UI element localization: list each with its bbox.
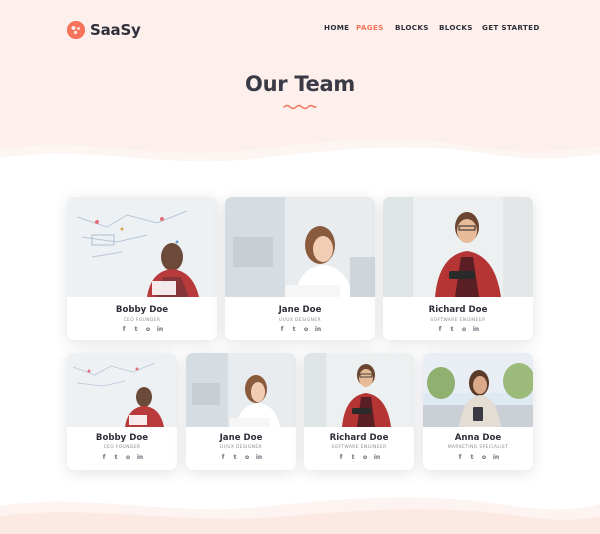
social-links: f t o in (304, 454, 414, 461)
team-member-name: Jane Doe (219, 433, 263, 443)
team-card[interactable]: Anna Doe MARKETING SPECIALIST f t o in (423, 353, 533, 470)
team-member-role: SOFTWARE ENGINEER (331, 445, 387, 450)
team-card[interactable]: Jane Doe UI/UX DESIGNER f t o in (186, 353, 296, 470)
instagram-icon[interactable]: o (362, 454, 369, 461)
twitter-icon[interactable]: t (113, 454, 120, 461)
twitter-icon[interactable]: t (350, 454, 357, 461)
team-photo (423, 353, 533, 427)
facebook-icon[interactable]: f (101, 454, 108, 461)
team-photo (304, 353, 414, 427)
team-member-name: Bobby Doe (95, 433, 149, 443)
nav-blocks[interactable]: BLOCKS (395, 23, 429, 32)
linkedin-icon[interactable]: in (157, 326, 164, 333)
instagram-icon[interactable]: o (244, 454, 251, 461)
nav-get-started[interactable]: GET STARTED (482, 23, 540, 32)
team-photo (186, 353, 296, 427)
team-card[interactable]: Jane Doe UI/UX DESIGNER f t o in (225, 197, 375, 340)
twitter-icon[interactable]: t (232, 454, 239, 461)
social-links: f t o in (67, 454, 177, 461)
facebook-icon[interactable]: f (338, 454, 345, 461)
linkedin-icon[interactable]: in (137, 454, 144, 461)
linkedin-icon[interactable]: in (473, 326, 480, 333)
instagram-icon[interactable]: o (461, 326, 468, 333)
linkedin-icon[interactable]: in (256, 454, 263, 461)
linkedin-icon[interactable]: in (493, 454, 500, 461)
team-member-name: Richard Doe (329, 433, 389, 443)
team-member-role: UI/UX DESIGNER (220, 445, 262, 450)
title-squiggle (283, 104, 317, 110)
team-card[interactable]: Richard Doe SOFTWARE ENGINEER f t o in (383, 197, 533, 340)
team-photo (383, 197, 533, 297)
team-member-role: SOFTWARE ENGINEER (430, 318, 486, 323)
team-member-role: MARKETING SPECIALIST (447, 445, 509, 450)
twitter-icon[interactable]: t (469, 454, 476, 461)
team-card[interactable]: Richard Doe SOFTWARE ENGINEER f t o in (304, 353, 414, 470)
instagram-icon[interactable]: o (145, 326, 152, 333)
facebook-icon[interactable]: f (437, 326, 444, 333)
social-links: f t o in (423, 454, 533, 461)
nav-pages[interactable]: PAGES (356, 23, 384, 32)
nav-home[interactable]: HOME (324, 23, 349, 32)
instagram-icon[interactable]: o (125, 454, 132, 461)
social-links: f t o in (186, 454, 296, 461)
facebook-icon[interactable]: f (121, 326, 128, 333)
team-member-name: Jane Doe (278, 305, 322, 315)
nav-blocks-2[interactable]: BLOCKS (439, 23, 473, 32)
page-title: Our Team (245, 72, 355, 96)
linkedin-icon[interactable]: in (374, 454, 381, 461)
facebook-icon[interactable]: f (457, 454, 464, 461)
team-member-name: Richard Doe (428, 305, 488, 315)
hero-wave (0, 139, 600, 178)
team-card[interactable]: Bobby Doe CEO FOUNDER f t o in (67, 353, 177, 470)
footer-wave (0, 497, 600, 534)
social-links: f t o in (67, 326, 217, 333)
main-nav: HOME PAGES BLOCKS BLOCKS GET STARTED (0, 23, 600, 35)
team-member-name: Bobby Doe (115, 305, 169, 315)
instagram-icon[interactable]: o (303, 326, 310, 333)
linkedin-icon[interactable]: in (315, 326, 322, 333)
team-member-role: CEO FOUNDER (123, 318, 161, 323)
facebook-icon[interactable]: f (220, 454, 227, 461)
instagram-icon[interactable]: o (481, 454, 488, 461)
team-member-role: CEO FOUNDER (103, 445, 141, 450)
team-photo (67, 197, 217, 297)
team-photo (67, 353, 177, 427)
twitter-icon[interactable]: t (449, 326, 456, 333)
social-links: f t o in (383, 326, 533, 333)
team-member-name: Anna Doe (454, 433, 502, 443)
facebook-icon[interactable]: f (279, 326, 286, 333)
team-member-role: UI/UX DESIGNER (279, 318, 321, 323)
twitter-icon[interactable]: t (133, 326, 140, 333)
twitter-icon[interactable]: t (291, 326, 298, 333)
team-photo (225, 197, 375, 297)
social-links: f t o in (225, 326, 375, 333)
team-card[interactable]: Bobby Doe CEO FOUNDER f t o in (67, 197, 217, 340)
